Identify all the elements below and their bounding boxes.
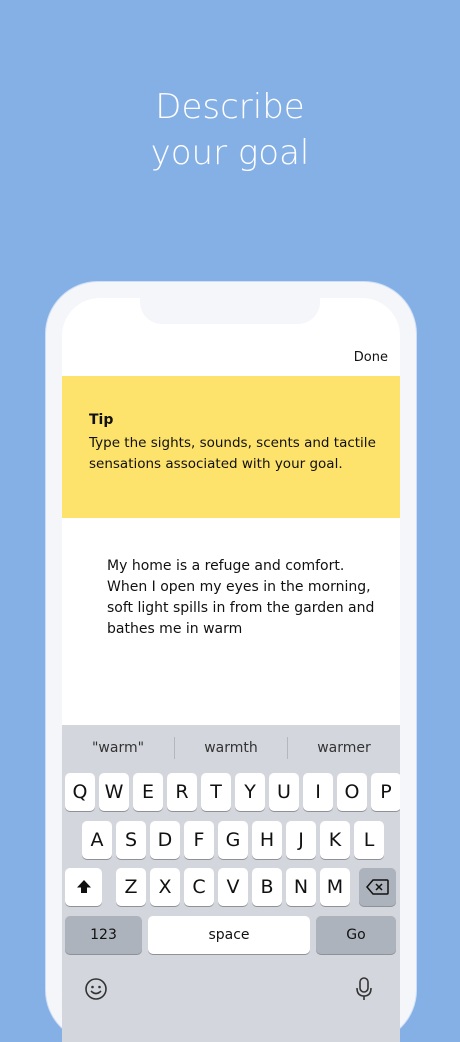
key-y[interactable]: Y (235, 773, 265, 811)
space-key[interactable]: space (148, 916, 310, 954)
shift-key[interactable] (65, 868, 102, 906)
key-i[interactable]: I (303, 773, 333, 811)
key-k[interactable]: K (320, 821, 350, 859)
headline: Describe your goal (0, 84, 460, 176)
suggestion-1[interactable]: "warm" (62, 740, 174, 756)
keyboard: "warm" warmth warmer Q W E R T Y U I O P… (62, 725, 400, 1042)
key-x[interactable]: X (150, 868, 180, 906)
phone-screen: Done Tip Type the sights, sounds, scents… (62, 298, 400, 1042)
key-u[interactable]: U (269, 773, 299, 811)
microphone-icon (356, 977, 372, 1000)
key-h[interactable]: H (252, 821, 282, 859)
key-v[interactable]: V (218, 868, 248, 906)
suggestion-3[interactable]: warmer (288, 740, 400, 756)
tip-body: Type the sights, sounds, scents and tact… (89, 435, 376, 472)
key-p[interactable]: P (371, 773, 400, 811)
key-n[interactable]: N (286, 868, 316, 906)
key-e[interactable]: E (133, 773, 163, 811)
key-w[interactable]: W (99, 773, 129, 811)
phone-notch (140, 298, 320, 324)
backspace-icon (365, 879, 389, 895)
key-d[interactable]: D (150, 821, 180, 859)
key-z[interactable]: Z (116, 868, 146, 906)
done-button[interactable]: Done (354, 350, 388, 365)
key-c[interactable]: C (184, 868, 214, 906)
tip-panel: Tip Type the sights, sounds, scents and … (62, 376, 400, 518)
backspace-key[interactable] (359, 868, 396, 906)
key-q[interactable]: Q (65, 773, 95, 811)
goal-text-input[interactable]: My home is a refuge and comfort. When I … (107, 556, 377, 640)
key-g[interactable]: G (218, 821, 248, 859)
headline-line-2: your goal (150, 133, 310, 173)
key-f[interactable]: F (184, 821, 214, 859)
key-j[interactable]: J (286, 821, 316, 859)
shift-icon (76, 880, 91, 893)
dictation-button[interactable] (354, 977, 374, 1005)
key-t[interactable]: T (201, 773, 231, 811)
go-key[interactable]: Go (316, 916, 396, 954)
emoji-button[interactable] (84, 977, 108, 1005)
suggestion-bar: "warm" warmth warmer (62, 725, 400, 771)
emoji-icon (85, 978, 107, 1000)
key-b[interactable]: B (252, 868, 282, 906)
key-m[interactable]: M (320, 868, 350, 906)
numbers-key[interactable]: 123 (65, 916, 142, 954)
key-r[interactable]: R (167, 773, 197, 811)
suggestion-2[interactable]: warmth (175, 740, 287, 756)
key-s[interactable]: S (116, 821, 146, 859)
key-o[interactable]: O (337, 773, 367, 811)
key-a[interactable]: A (82, 821, 112, 859)
tip-title: Tip (89, 412, 114, 428)
key-l[interactable]: L (354, 821, 384, 859)
headline-line-1: Describe (155, 87, 305, 127)
phone-frame: Done Tip Type the sights, sounds, scents… (46, 282, 416, 1042)
